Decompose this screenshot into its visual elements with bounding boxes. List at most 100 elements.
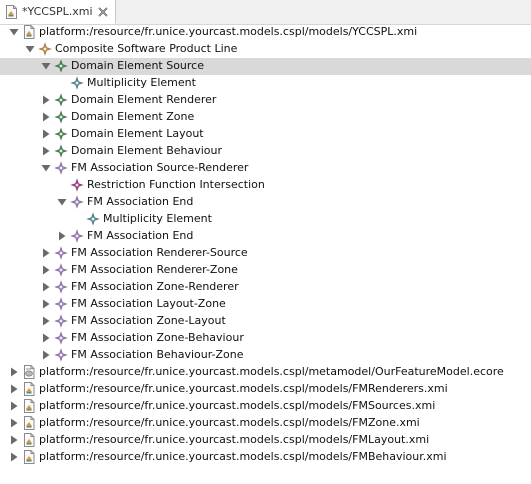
tree-row[interactable]: Composite Software Product Line — [0, 41, 531, 58]
multiplicity-icon — [70, 76, 84, 90]
fm-association-icon — [70, 195, 84, 209]
tree-row-label: Domain Element Source — [71, 59, 204, 72]
fm-association-icon — [54, 161, 68, 175]
tree-row[interactable]: Domain Element Layout — [0, 126, 531, 143]
tree-row[interactable]: Domain Element Behaviour — [0, 143, 531, 160]
collapsed-twisty-icon[interactable] — [40, 332, 52, 344]
collapsed-twisty-icon[interactable] — [8, 383, 20, 395]
domain-element-icon — [54, 127, 68, 141]
tree-row[interactable]: FM Association Source-Renderer — [0, 160, 531, 177]
tree-row-label: Domain Element Layout — [71, 127, 204, 140]
tree-row[interactable]: Domain Element Source — [0, 58, 531, 75]
tree-row-label: FM Association Renderer-Zone — [71, 263, 238, 276]
tree-row[interactable]: platform:/resource/fr.unice.yourcast.mod… — [0, 415, 531, 432]
tree-row-label: FM Association End — [87, 229, 194, 242]
tree-row-label: FM Association End — [87, 195, 194, 208]
tree-row[interactable]: FM Association Zone-Behaviour — [0, 330, 531, 347]
collapsed-twisty-icon[interactable] — [8, 366, 20, 378]
collapsed-twisty-icon[interactable] — [40, 94, 52, 106]
collapsed-twisty-icon[interactable] — [40, 349, 52, 361]
tree-row[interactable]: platform:/resource/fr.unice.yourcast.mod… — [0, 381, 531, 398]
collapsed-twisty-icon[interactable] — [8, 434, 20, 446]
domain-element-icon — [54, 59, 68, 73]
collapsed-twisty-icon[interactable] — [56, 230, 68, 242]
tree-row-label: Multiplicity Element — [103, 212, 212, 225]
tree-row-label: platform:/resource/fr.unice.yourcast.mod… — [39, 416, 420, 429]
editor-tab-yccspl[interactable]: *YCCSPL.xmi — [0, 0, 116, 24]
composite-spl-icon — [38, 42, 52, 56]
collapsed-twisty-icon[interactable] — [8, 417, 20, 429]
tree-row[interactable]: FM Association Zone-Layout — [0, 313, 531, 330]
tree-row[interactable]: Restriction Function Intersection — [0, 177, 531, 194]
tree-row-label: FM Association Renderer-Source — [71, 246, 248, 259]
tree-row[interactable]: FM Association Layout-Zone — [0, 296, 531, 313]
tree-row[interactable]: FM Association Renderer-Zone — [0, 262, 531, 279]
close-icon[interactable] — [96, 5, 110, 19]
tree-row[interactable]: Multiplicity Element — [0, 75, 531, 92]
fm-association-icon — [54, 314, 68, 328]
collapsed-twisty-icon[interactable] — [40, 111, 52, 123]
tree-row[interactable]: Domain Element Renderer — [0, 92, 531, 109]
tree-row[interactable]: FM Association End — [0, 194, 531, 211]
tree-row-label: Restriction Function Intersection — [87, 178, 265, 191]
tree-row-label: platform:/resource/fr.unice.yourcast.mod… — [39, 399, 436, 412]
tree-row[interactable]: platform:/resource/fr.unice.yourcast.mod… — [0, 432, 531, 449]
xmi-file-icon — [24, 399, 35, 413]
collapsed-twisty-icon[interactable] — [40, 315, 52, 327]
fm-association-icon — [54, 297, 68, 311]
tree-row-label: FM Association Behaviour-Zone — [71, 348, 244, 361]
editor-tab-title: *YCCSPL.xmi — [22, 5, 93, 18]
tree-row[interactable]: platform:/resource/fr.unice.yourcast.mod… — [0, 364, 531, 381]
tree-row[interactable]: Domain Element Zone — [0, 109, 531, 126]
tree-row-label: FM Association Zone-Renderer — [71, 280, 239, 293]
tree-row[interactable]: platform:/resource/fr.unice.yourcast.mod… — [0, 449, 531, 466]
collapsed-twisty-icon[interactable] — [40, 247, 52, 259]
tree-row-label: platform:/resource/fr.unice.yourcast.mod… — [39, 433, 430, 446]
tree-row[interactable]: FM Association Zone-Renderer — [0, 279, 531, 296]
domain-element-icon — [54, 144, 68, 158]
tree-row-label: FM Association Zone-Behaviour — [71, 331, 244, 344]
expanded-twisty-icon[interactable] — [24, 43, 36, 55]
tree-row[interactable]: Multiplicity Element — [0, 211, 531, 228]
editor-tab-bar: *YCCSPL.xmi — [0, 0, 531, 25]
tree-row-label: Domain Element Behaviour — [71, 144, 223, 157]
tree-row-label: platform:/resource/fr.unice.yourcast.mod… — [39, 450, 447, 463]
xmi-file-icon — [24, 416, 35, 430]
tree-row[interactable]: platform:/resource/fr.unice.yourcast.mod… — [0, 24, 531, 41]
expanded-twisty-icon[interactable] — [40, 60, 52, 72]
tree-row[interactable]: FM Association Renderer-Source — [0, 245, 531, 262]
xmi-file-icon — [24, 25, 35, 39]
tree-row[interactable]: FM Association Behaviour-Zone — [0, 347, 531, 364]
collapsed-twisty-icon[interactable] — [40, 264, 52, 276]
tree-row-label: Multiplicity Element — [87, 76, 196, 89]
xmi-file-icon — [6, 5, 17, 19]
restriction-function-icon — [70, 178, 84, 192]
tree-row-label: FM Association Zone-Layout — [71, 314, 226, 327]
fm-association-icon — [70, 229, 84, 243]
collapsed-twisty-icon[interactable] — [8, 451, 20, 463]
collapsed-twisty-icon[interactable] — [8, 400, 20, 412]
expanded-twisty-icon[interactable] — [8, 26, 20, 38]
xmi-file-icon — [24, 433, 35, 447]
collapsed-twisty-icon[interactable] — [40, 145, 52, 157]
fm-association-icon — [54, 280, 68, 294]
fm-association-icon — [54, 263, 68, 277]
tree-row[interactable]: platform:/resource/fr.unice.yourcast.mod… — [0, 398, 531, 415]
collapsed-twisty-icon[interactable] — [40, 298, 52, 310]
tree-row-label: platform:/resource/fr.unice.yourcast.mod… — [39, 25, 418, 38]
collapsed-twisty-icon[interactable] — [40, 281, 52, 293]
fm-association-icon — [54, 246, 68, 260]
expanded-twisty-icon[interactable] — [56, 196, 68, 208]
domain-element-icon — [54, 110, 68, 124]
collapsed-twisty-icon[interactable] — [40, 128, 52, 140]
tree-row[interactable]: FM Association End — [0, 228, 531, 245]
tree-row-label: platform:/resource/fr.unice.yourcast.mod… — [39, 365, 504, 378]
ecore-file-icon — [24, 365, 35, 379]
tree-row-label: Composite Software Product Line — [55, 42, 238, 55]
tree-row-label: platform:/resource/fr.unice.yourcast.mod… — [39, 382, 448, 395]
xmi-file-icon — [24, 450, 35, 464]
xmi-file-icon — [24, 382, 35, 396]
tree-row-label: Domain Element Zone — [71, 110, 195, 123]
multiplicity-icon — [86, 212, 100, 226]
expanded-twisty-icon[interactable] — [40, 162, 52, 174]
